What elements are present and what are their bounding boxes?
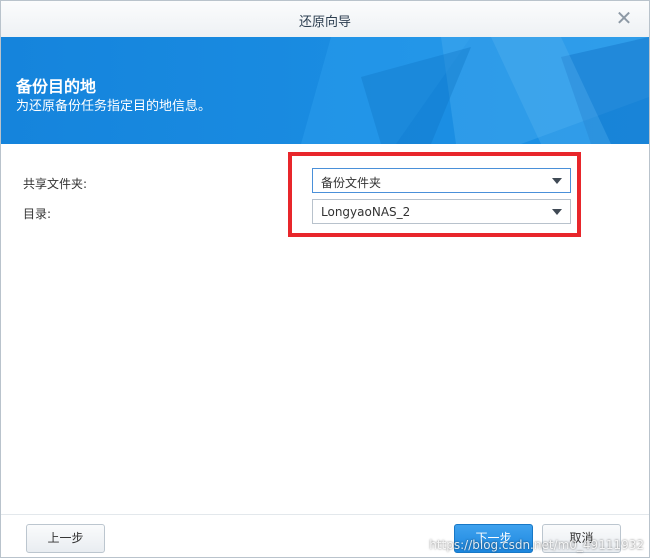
annotation-highlight-box xyxy=(288,152,581,237)
watermark-text: https://blog.csdn.net/m0_49111932 xyxy=(429,538,644,552)
previous-button[interactable]: 上一步 xyxy=(26,524,105,553)
banner-background xyxy=(1,37,649,144)
restore-wizard-window: 还原向导 ✕ 备份目的地 为还原备份任务指定目的地信息。 共享文件夹: 备份文件… xyxy=(0,0,650,558)
title-bar: 还原向导 ✕ xyxy=(1,1,649,38)
banner-heading: 备份目的地 xyxy=(16,77,97,96)
banner-subheading: 为还原备份任务指定目的地信息。 xyxy=(16,99,212,114)
directory-label: 目录: xyxy=(23,207,52,221)
header-banner: 备份目的地 为还原备份任务指定目的地信息。 xyxy=(1,37,649,144)
shared-folder-label: 共享文件夹: xyxy=(23,177,88,191)
close-icon[interactable]: ✕ xyxy=(613,7,635,29)
window-title: 还原向导 xyxy=(298,15,351,30)
